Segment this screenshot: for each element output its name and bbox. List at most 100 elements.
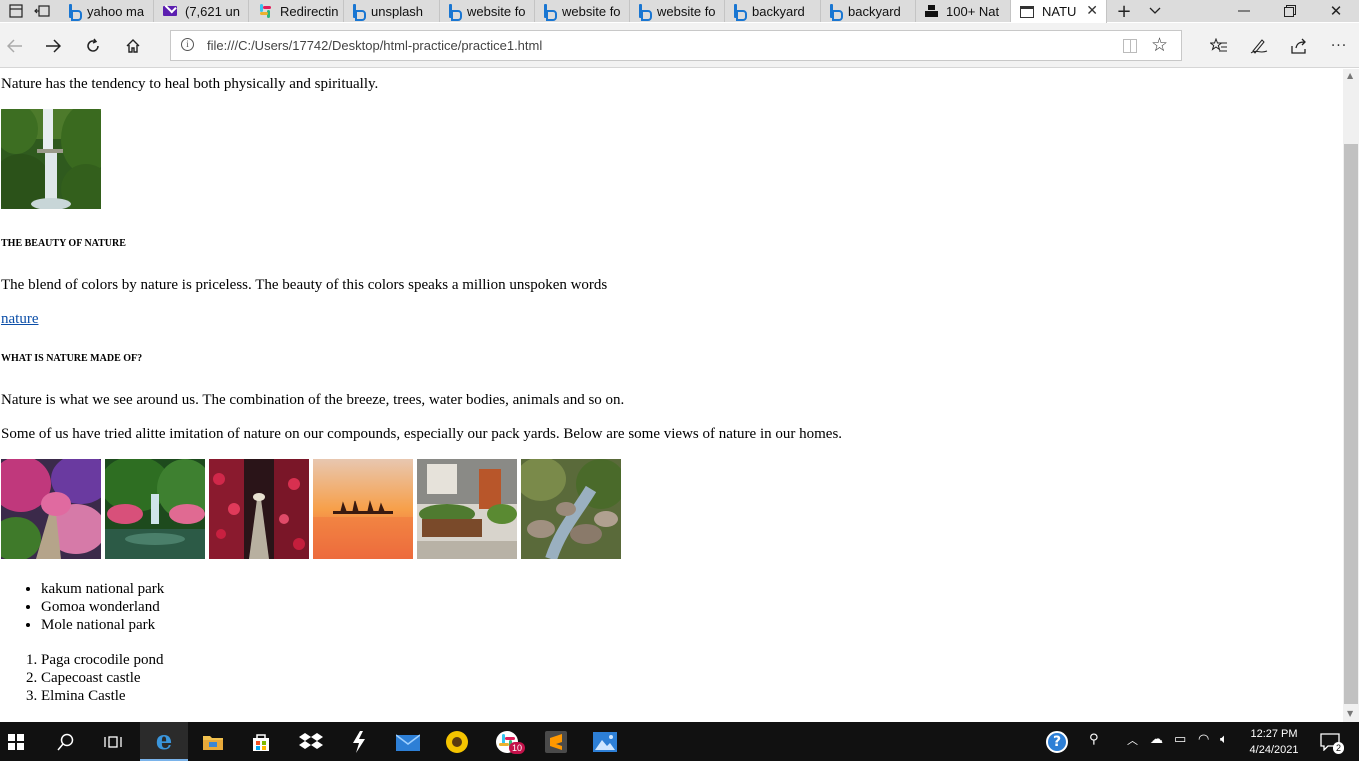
action-center-icon[interactable]: 2	[1306, 722, 1354, 761]
tab-unsplash-search[interactable]: unsplash	[344, 0, 440, 22]
bing-icon	[544, 4, 557, 21]
web-notes-pen-icon[interactable]	[1246, 33, 1272, 59]
show-hidden-icons-chevron-icon[interactable]: ︿	[1127, 732, 1138, 748]
rose-archway-image	[209, 459, 309, 559]
web-page: Nature has the tendency to heal both phy…	[0, 69, 1343, 722]
nature-link[interactable]: nature	[1, 311, 38, 328]
waterfall-image	[1, 109, 101, 209]
windows-start-icon[interactable]	[0, 722, 40, 761]
tab-label: (7,621 un	[185, 3, 240, 19]
forward-arrow-icon[interactable]	[40, 33, 66, 59]
volume-icon[interactable]: 🔈︎	[1220, 732, 1228, 747]
list-item: Paga crocodile pond	[41, 651, 163, 669]
favorite-star-icon[interactable]: ☆	[1151, 34, 1168, 56]
lightning-app-icon[interactable]	[335, 722, 383, 761]
list-item: Capecoast castle	[41, 669, 163, 687]
set-tabs-aside-icon[interactable]	[28, 0, 56, 22]
close-tab-icon[interactable]: ✕	[1086, 3, 1098, 19]
modern-yard-image	[417, 459, 517, 559]
tab-label: website fo	[562, 3, 621, 19]
scrollbar-thumb[interactable]	[1344, 144, 1358, 704]
address-url[interactable]: file:///C:/Users/17742/Desktop/html-prac…	[207, 38, 542, 53]
nature-definition-paragraph: Nature is what we see around us. The com…	[1, 392, 625, 408]
tab-unsplash-nature[interactable]: 100+ Nat	[916, 0, 1011, 22]
share-icon[interactable]	[1286, 33, 1312, 59]
tab-nature-active[interactable]: NATU ✕	[1011, 0, 1107, 23]
tab-yahoo-mail[interactable]: (7,621 un	[154, 0, 249, 22]
wifi-icon[interactable]: ◠	[1198, 732, 1209, 747]
task-view-icon[interactable]	[89, 722, 137, 761]
list-item: Mole national park	[41, 616, 164, 634]
nature-made-heading: WHAT IS NATURE MADE OF?	[1, 353, 143, 364]
colors-paragraph: The blend of colors by nature is pricele…	[1, 277, 608, 293]
restore-icon[interactable]	[1276, 0, 1304, 22]
system-clock[interactable]: 12:27 PM 4/24/2021	[1240, 726, 1308, 758]
unsplash-icon	[925, 5, 938, 17]
bing-icon	[449, 4, 462, 21]
notification-badge: 2	[1333, 742, 1345, 754]
photos-icon[interactable]	[581, 722, 629, 761]
tab-label: Redirectin	[280, 3, 339, 19]
backyard-paragraph: Some of us have tried alitte imitation o…	[1, 426, 843, 442]
bing-icon	[639, 4, 652, 21]
list-item: kakum national park	[41, 580, 164, 598]
tab-backyard-1[interactable]: backyard	[725, 0, 821, 22]
rock-stream-image	[521, 459, 621, 559]
close-window-icon[interactable]: ✕	[1322, 0, 1350, 22]
slack-taskbar-icon[interactable]: 10	[483, 722, 531, 761]
home-icon[interactable]	[120, 33, 146, 59]
tab-label: NATU	[1042, 4, 1077, 19]
bing-icon	[830, 4, 843, 21]
bing-icon	[734, 4, 747, 21]
tab-slack-redirect[interactable]: Redirectin	[249, 0, 344, 22]
people-icon[interactable]: ⚲	[1089, 732, 1099, 747]
cloud-sync-icon[interactable]: ☁	[1150, 732, 1163, 747]
beauty-heading: THE BEAUTY OF NATURE	[1, 238, 126, 249]
attractions-numbered-list: Paga crocodile pond Capecoast castle Elm…	[41, 651, 163, 705]
scroll-up-arrow-icon[interactable]: ▲	[1347, 71, 1353, 80]
scroll-down-arrow-icon[interactable]: ▼	[1347, 709, 1353, 718]
search-icon[interactable]	[42, 722, 90, 761]
tab-label: unsplash	[371, 3, 424, 19]
sunset-lake-image	[313, 459, 413, 559]
edge-browser-icon[interactable]: e	[140, 722, 188, 761]
info-icon[interactable]: i	[181, 38, 194, 51]
back-arrow-icon[interactable]	[2, 33, 28, 59]
sunflower-app-icon[interactable]	[433, 722, 481, 761]
tab-website-1[interactable]: website fo	[440, 0, 535, 22]
slack-icon	[258, 4, 272, 18]
navigation-bar: i file:///C:/Users/17742/Desktop/html-pr…	[0, 23, 1359, 68]
dropbox-icon[interactable]	[287, 722, 335, 761]
reading-view-icon[interactable]	[1123, 39, 1137, 53]
mail-icon[interactable]	[384, 722, 432, 761]
parks-bullet-list: kakum national park Gomoa wonderland Mol…	[41, 580, 164, 634]
flower-garden-image	[1, 459, 101, 559]
tab-website-2[interactable]: website fo	[535, 0, 630, 22]
help-icon[interactable]: ?	[1033, 722, 1081, 761]
more-options-icon[interactable]: ···	[1326, 33, 1352, 59]
intro-paragraph: Nature has the tendency to heal both phy…	[1, 76, 379, 92]
list-item: Elmina Castle	[41, 687, 163, 705]
tab-list-chevron-icon[interactable]	[1141, 0, 1169, 22]
vertical-scrollbar[interactable]: ▲ ▼	[1343, 69, 1359, 722]
new-tab-icon[interactable]: +	[1110, 0, 1138, 22]
file-explorer-icon[interactable]	[189, 722, 237, 761]
tab-website-3[interactable]: website fo	[630, 0, 725, 22]
tab-bar: yahoo ma (7,621 un Redirectin unsplash w…	[0, 0, 1359, 23]
tab-backyard-2[interactable]: backyard	[821, 0, 916, 22]
clock-date: 4/24/2021	[1249, 744, 1299, 756]
minimize-icon[interactable]	[1230, 0, 1258, 22]
address-bar[interactable]: i file:///C:/Users/17742/Desktop/html-pr…	[170, 30, 1182, 61]
list-item: Gomoa wonderland	[41, 598, 164, 616]
tab-actions-icon[interactable]	[2, 0, 30, 22]
refresh-icon[interactable]	[80, 33, 106, 59]
favorites-list-icon[interactable]	[1206, 33, 1232, 59]
sublime-text-icon[interactable]	[532, 722, 580, 761]
store-icon[interactable]	[237, 722, 285, 761]
tab-label: backyard	[752, 3, 805, 19]
tab-label: yahoo ma	[87, 3, 145, 19]
clock-time: 12:27 PM	[1250, 728, 1298, 740]
tab-yahoo-mail-search[interactable]: yahoo ma	[60, 0, 154, 22]
tab-label: website fo	[657, 3, 716, 19]
battery-icon[interactable]: ▭	[1174, 732, 1186, 747]
